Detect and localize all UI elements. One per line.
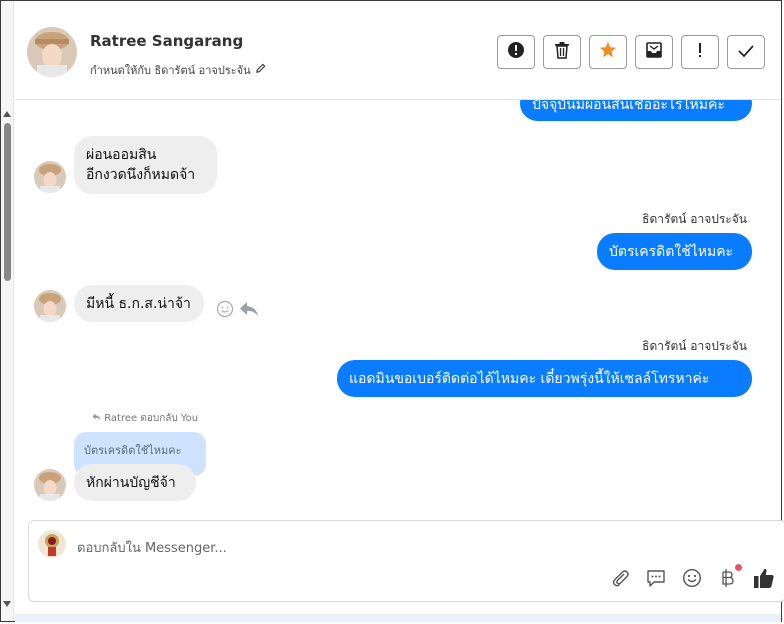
message-text: แอดมินขอเบอร์ติดต่อได้ไหมคะ เดี๋ยวพรุ่งน… [349,371,710,387]
contact-name: Ratree Sangarang [90,32,244,50]
outgoing-message[interactable]: ปัจจุบันมีผ่อนสินเชื่ออะไรไหมคะ [520,100,752,121]
star-icon [599,41,617,63]
contact-avatar-small[interactable] [34,469,66,501]
incoming-message[interactable]: หักผ่านบัญชีจ้า [74,464,196,501]
replied-label: Ratree ตอบกลับ You [92,411,198,426]
scroll-down-arrow-icon[interactable] [3,601,11,607]
sender-name: ธิดารัตน์ อาจประจัน [642,339,747,353]
reply-arrow-icon[interactable] [239,300,259,322]
outgoing-message[interactable]: แอดมินขอเบอร์ติดต่อได้ไหมคะ เดี๋ยวพรุ่งน… [337,360,752,397]
attachment-icon[interactable] [609,567,631,589]
notification-dot [735,564,742,571]
header-toolbar [497,35,765,69]
scrollbar[interactable] [1,1,14,621]
sender-name: ธิดารัตน์ อาจประจัน [642,212,747,226]
alert-circle-icon [507,41,525,63]
baht-icon[interactable] [717,564,742,589]
message-composer[interactable]: ตอบกลับใน Messenger... [28,520,784,602]
archive-icon [645,41,663,63]
like-icon[interactable] [753,567,775,589]
composer-actions [609,564,775,589]
replied-label-text: Ratree ตอบกลับ You [104,413,199,424]
quoted-text: บัตรเครดิตใช้ไหมคะ [84,444,182,457]
message-text-line: ผ่อนออมสิน [86,147,157,163]
trash-icon [554,41,570,63]
mark-unread-button[interactable] [635,35,673,69]
edit-pencil-icon[interactable] [255,63,266,77]
reply-input[interactable]: ตอบกลับใน Messenger... [77,537,227,558]
assigned-to-label: กำหนดให้กับ ธิดารัตน์ อาจประจัน [90,64,251,77]
mark-done-button[interactable] [727,35,765,69]
message-text: มีหนี้ ธ.ก.ส.น่าจ้า [86,296,191,312]
assigned-to[interactable]: กำหนดให้กับ ธิดารัตน์ อาจประจัน [90,61,266,79]
exclamation-icon [697,42,703,62]
contact-avatar-small[interactable] [34,290,66,322]
outgoing-message[interactable]: บัตรเครดิตใช้ไหมคะ [597,233,752,270]
message-text: ปัจจุบันมีผ่อนสินเชื่ออะไรไหมคะ [532,100,725,113]
react-smiley-icon[interactable] [216,300,234,322]
contact-avatar[interactable] [27,27,77,77]
conversation-header: Ratree Sangarang กำหนดให้กับ ธิดารัตน์ อ… [15,1,781,100]
bottom-divider [15,614,781,622]
scroll-thumb[interactable] [4,123,11,281]
incoming-message[interactable]: มีหนี้ ธ.ก.ส.น่าจ้า [74,285,204,322]
saved-reply-icon[interactable] [645,567,667,589]
emoji-icon[interactable] [681,567,703,589]
contact-avatar-small[interactable] [34,161,66,193]
conversation-window: Ratree Sangarang กำหนดให้กับ ธิดารัตน์ อ… [0,0,784,622]
star-button[interactable] [589,35,627,69]
mark-spam-button[interactable] [497,35,535,69]
mark-important-button[interactable] [681,35,719,69]
incoming-message[interactable]: ผ่อนออมสิน อีกงวดนึงก็หมดจ้า [74,136,217,194]
reply-small-icon [92,413,104,424]
page-avatar [38,530,66,558]
message-text-line: อีกงวดนึงก็หมดจ้า [86,167,196,183]
check-icon [738,43,754,62]
scroll-up-arrow-icon[interactable] [3,111,11,117]
message-text: หักผ่านบัญชีจ้า [86,475,176,491]
delete-button[interactable] [543,35,581,69]
message-text: บัตรเครดิตใช้ไหมคะ [609,244,734,260]
message-list[interactable]: ปัจจุบันมีผ่อนสินเชื่ออะไรไหมคะ ผ่อนออมส… [15,100,781,518]
